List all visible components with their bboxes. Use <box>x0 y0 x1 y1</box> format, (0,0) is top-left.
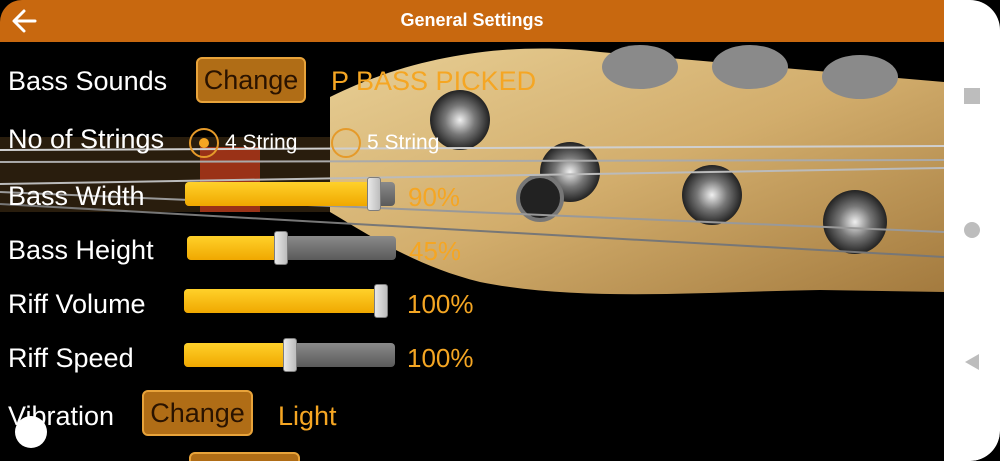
slider-thumb[interactable] <box>367 177 381 211</box>
slider-fill <box>184 289 385 313</box>
slider-thumb[interactable] <box>283 338 297 372</box>
riff-volume-slider[interactable] <box>184 284 388 318</box>
recents-button[interactable] <box>944 76 1000 116</box>
radio-circle <box>331 128 361 158</box>
page-title: General Settings <box>400 10 544 30</box>
app-screen: General Settings Bass Sounds Change P BA… <box>0 0 1000 461</box>
bass-sound-value: P BASS PICKED <box>331 66 537 96</box>
slider-thumb[interactable] <box>374 284 388 318</box>
system-nav-bar <box>944 0 1000 461</box>
touch-indicator <box>15 416 47 448</box>
back-nav-button[interactable] <box>944 342 1000 382</box>
circle-icon <box>964 222 980 238</box>
radio-5-string[interactable]: 5 String <box>331 128 439 158</box>
riff-volume-value: 100% <box>407 289 474 319</box>
square-icon <box>964 88 980 104</box>
riff-volume-label: Riff Volume <box>8 289 146 319</box>
slider-fill <box>187 236 281 260</box>
slider-fill <box>184 343 290 367</box>
bass-sounds-label: Bass Sounds <box>8 66 168 96</box>
riff-speed-label: Riff Speed <box>8 343 134 373</box>
bass-height-value: 45% <box>409 236 462 266</box>
radio-4-string[interactable]: 4 String <box>189 128 297 158</box>
vibration-change-button[interactable]: Change <box>142 390 253 436</box>
home-button[interactable] <box>944 210 1000 250</box>
vibration-value: Light <box>278 401 337 431</box>
slider-thumb[interactable] <box>274 231 288 265</box>
bass-width-value: 90% <box>408 182 461 212</box>
radio-5-string-label: 5 String <box>367 131 440 154</box>
radio-dot <box>199 138 209 148</box>
riff-speed-value: 100% <box>407 343 474 373</box>
bass-sounds-change-button[interactable]: Change <box>196 57 306 103</box>
next-change-button-partial[interactable] <box>189 452 300 461</box>
bass-height-slider[interactable] <box>187 231 396 265</box>
radio-circle-selected <box>189 128 219 158</box>
app-bar: General Settings <box>0 0 944 42</box>
bass-height-label: Bass Height <box>8 235 154 265</box>
triangle-left-icon <box>965 354 979 370</box>
slider-fill <box>185 182 374 206</box>
radio-4-string-label: 4 String <box>225 131 298 154</box>
bass-width-slider[interactable] <box>185 177 395 211</box>
strings-label: No of Strings <box>8 124 165 154</box>
riff-speed-slider[interactable] <box>184 338 395 372</box>
bass-width-label: Bass Width <box>8 181 145 211</box>
